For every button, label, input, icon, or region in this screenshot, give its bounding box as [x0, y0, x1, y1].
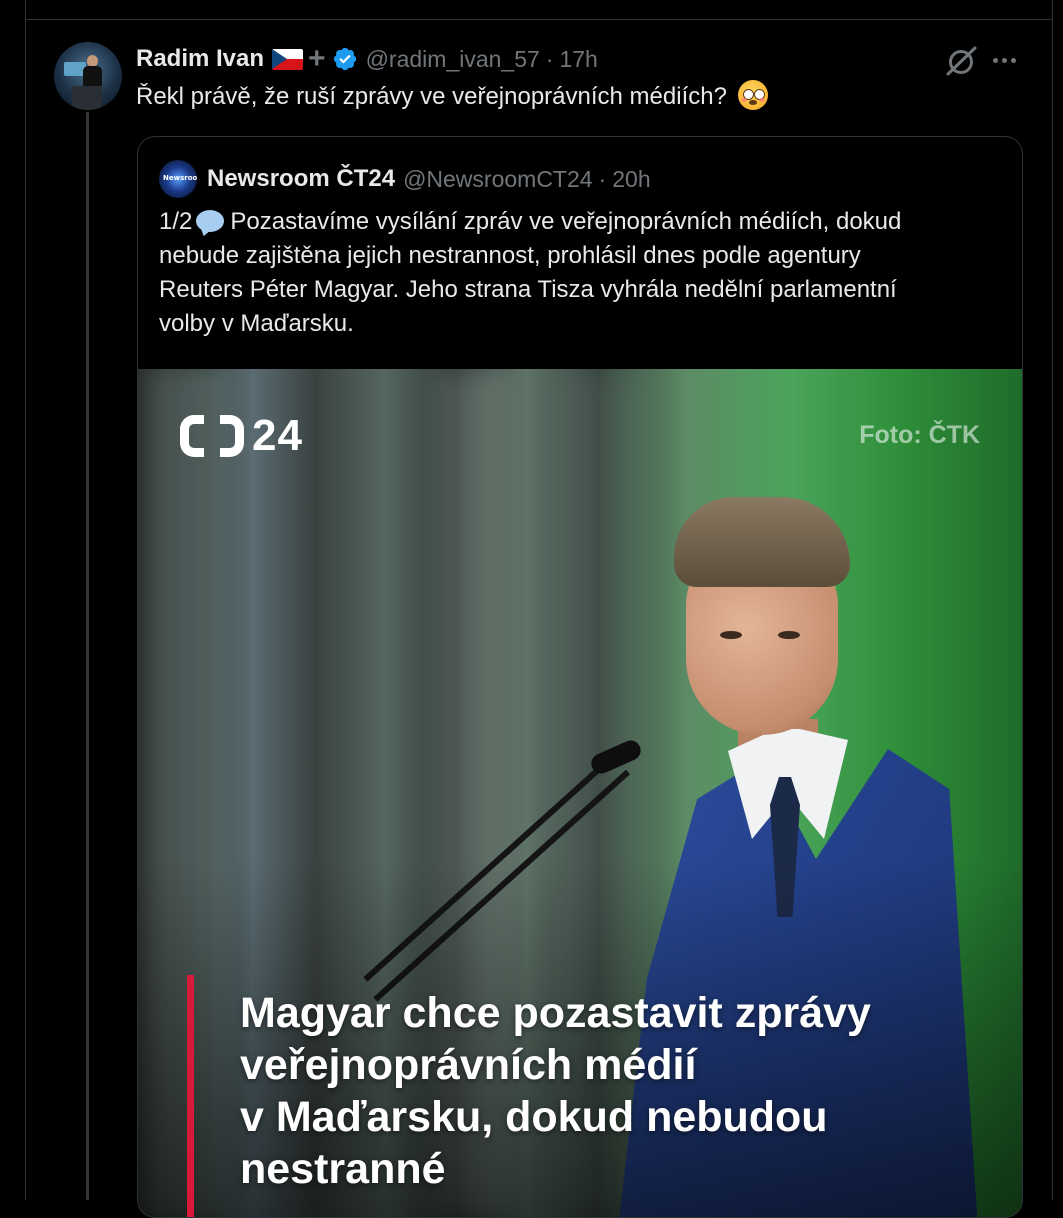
quoted-text-line-2: nebude zajištěna jejich nestrannost, pro… — [159, 242, 861, 269]
quoted-post-text: 1/2 Pozastavíme vysílání zpráv ve veřejno… — [159, 205, 999, 341]
post-image[interactable]: 24 Foto: ČTK Magyar chce pozastavit zprá… — [138, 369, 1022, 1217]
display-name[interactable]: Radim Ivan — [136, 45, 264, 73]
quoted-post-header: Newsroom ČT24 Newsroom ČT24 @NewsroomCT2… — [159, 159, 651, 199]
headline-line-1: Magyar chce pozastavit zprávy — [240, 989, 871, 1037]
quoted-separator-dot: · — [598, 165, 607, 192]
post-text: Řekl právě, že ruší zprávy ve veřejnoprá… — [136, 80, 768, 114]
person-eye-right — [778, 631, 800, 639]
plus-icon: + — [308, 42, 326, 75]
image-headline: Magyar chce pozastavit zprávy veřejnoprá… — [240, 987, 1000, 1195]
quoted-display-name[interactable]: Newsroom ČT24 — [207, 165, 395, 193]
more-icon[interactable] — [993, 58, 1016, 63]
thread-line — [86, 112, 89, 1200]
czech-flag-icon — [272, 48, 304, 70]
flushed-face-icon — [737, 80, 768, 110]
photo-credit: Foto: ČTK — [859, 421, 980, 449]
avatar-podium — [72, 86, 102, 110]
quoted-text-line: 1/2 Pozastavíme vysílání zpráv ve veřejno… — [159, 205, 999, 239]
timestamp[interactable]: 17h — [559, 46, 597, 73]
avatar[interactable] — [54, 42, 122, 110]
headline-line-4: nestranné — [240, 1145, 446, 1193]
column-border-right — [1052, 0, 1053, 1200]
post-divider — [25, 19, 1053, 20]
quoted-text-line-4: volby v Maďarsku. — [159, 310, 354, 337]
post-header: Radim Ivan + @radim_ivan_57 · 17h — [136, 42, 598, 76]
separator-dot: · — [545, 45, 554, 72]
speech-balloon-icon — [196, 210, 225, 232]
quoted-text-line-3: Reuters Péter Magyar. Jeho strana Tisza … — [159, 276, 897, 303]
quoted-text-line-1: Pozastavíme vysílání zpráv ve veřejnoprá… — [230, 208, 902, 235]
quoted-timestamp[interactable]: 20h — [612, 166, 650, 193]
grok-icon[interactable] — [944, 45, 978, 77]
post-text-body: Řekl právě, že ruší zprávy ve veřejnoprá… — [136, 83, 727, 110]
headline-line-2: veřejnoprávních médií — [240, 1041, 697, 1089]
quoted-handle[interactable]: @NewsroomCT24 — [403, 166, 593, 193]
person-hair — [674, 497, 850, 587]
ct-logo-number: 24 — [252, 411, 303, 460]
verified-badge-icon[interactable] — [332, 46, 358, 72]
headline-accent-bar — [187, 975, 194, 1217]
person-eye-left — [720, 631, 742, 639]
thread-counter: 1/2 — [159, 208, 193, 235]
ct24-logo: 24 — [180, 411, 303, 461]
column-border-left — [25, 0, 26, 1200]
ct-logo-icon — [180, 415, 244, 457]
quoted-post[interactable]: Newsroom ČT24 Newsroom ČT24 @NewsroomCT2… — [137, 136, 1023, 1218]
quoted-avatar[interactable]: Newsroom ČT24 — [159, 160, 197, 198]
handle[interactable]: @radim_ivan_57 — [366, 46, 540, 73]
headline-line-3: v Maďarsku, dokud nebudou — [240, 1093, 828, 1141]
quoted-avatar-text: Newsroom ČT24 — [163, 174, 197, 182]
